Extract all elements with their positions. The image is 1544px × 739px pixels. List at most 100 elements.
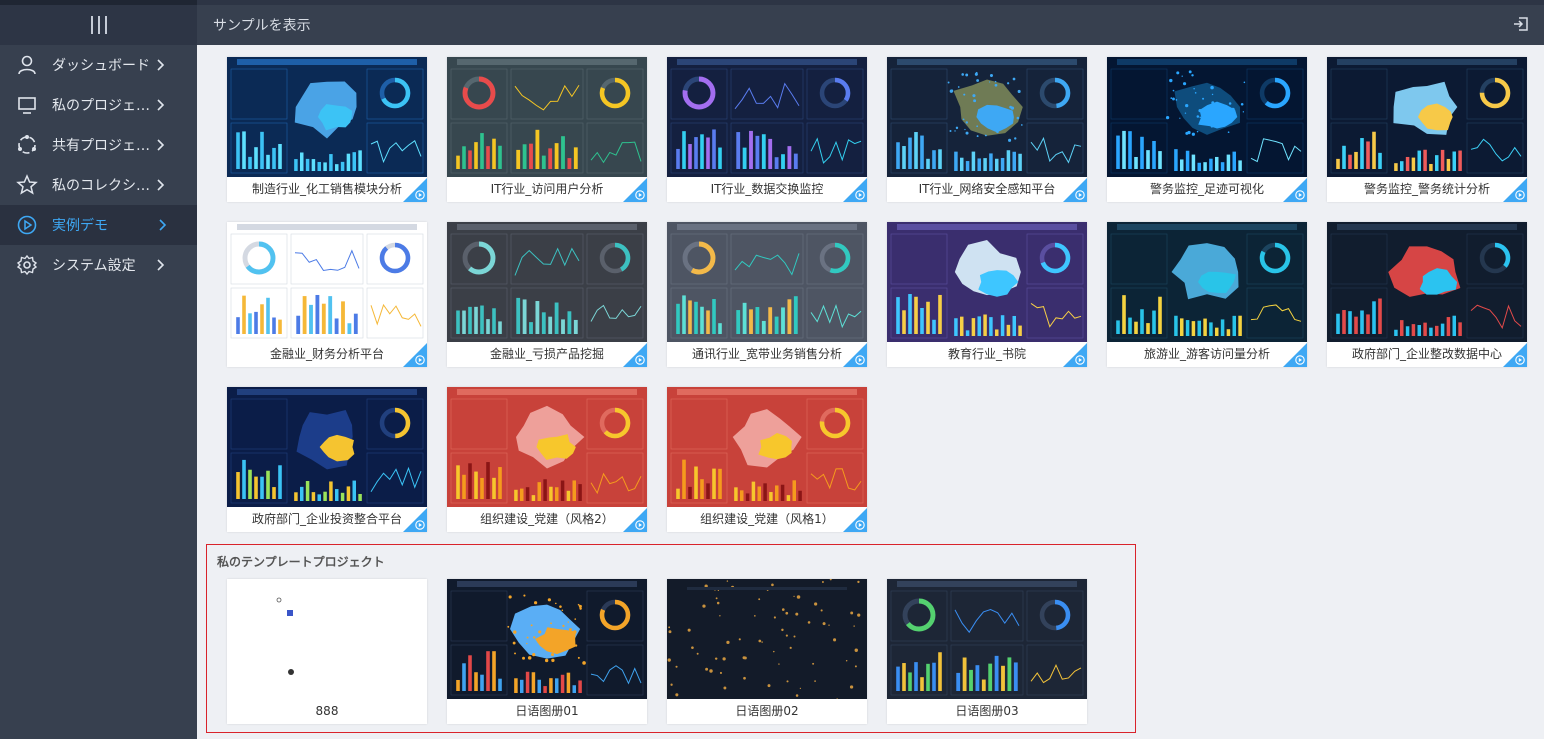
sidebar-item-0[interactable]: ダッシュボード <box>0 45 197 85</box>
sidebar-item-3[interactable]: 私のコレクション <box>0 165 197 205</box>
template-card[interactable]: 日语图册02 <box>667 579 867 724</box>
sidebar-item-label: ダッシュボード <box>52 58 150 74</box>
card-title: 政府部门_企业投资整合平台 <box>251 512 402 526</box>
demo-card[interactable]: IT行业_数据交换监控 <box>667 57 867 202</box>
demo-card[interactable]: 组织建设_党建（风格2） <box>447 387 647 532</box>
card-thumbnail <box>447 579 647 699</box>
card-title: 金融业_亏损产品挖掘 <box>489 347 604 361</box>
template-card[interactable]: 日语图册03 <box>887 579 1087 724</box>
play-demo-icon[interactable] <box>1283 178 1307 202</box>
sidebar-item-label: 実例デモ <box>52 218 108 234</box>
play-demo-icon[interactable] <box>1283 343 1307 367</box>
chevron-right-icon <box>154 217 170 233</box>
card-thumbnail <box>447 387 647 507</box>
demo-card[interactable]: IT行业_网络安全感知平台 <box>887 57 1087 202</box>
top-bar: サンプルを表示 <box>197 0 1544 45</box>
sidebar-item-5[interactable]: システム設定 <box>0 245 197 285</box>
card-thumbnail <box>227 222 427 342</box>
demo-card[interactable]: 警务监控_足迹可视化 <box>1107 57 1307 202</box>
card-title: 警务监控_警务统计分析 <box>1363 182 1490 196</box>
play-demo-icon[interactable] <box>843 508 867 532</box>
chevron-right-icon <box>152 177 168 193</box>
sidebar-item-label: 私のプロジェクト <box>52 98 152 114</box>
card-title: 组织建设_党建（风格2） <box>480 512 614 526</box>
demo-card[interactable]: 政府部门_企业投资整合平台 <box>227 387 427 532</box>
sidebar-item-4[interactable]: 実例デモ <box>0 205 197 245</box>
card-thumbnail <box>667 222 867 342</box>
demo-card[interactable]: 教育行业_书院 <box>887 222 1087 367</box>
card-thumbnail <box>1107 57 1307 177</box>
share-circle-icon <box>16 134 38 156</box>
card-title: 金融业_财务分析平台 <box>269 347 384 361</box>
card-thumbnail <box>887 57 1087 177</box>
user-icon <box>16 54 38 76</box>
card-thumbnail <box>667 387 867 507</box>
card-title: 通讯行业_宽带业务销售分析 <box>691 347 842 361</box>
demo-card[interactable]: 制造行业_化工销售模块分析 <box>227 57 427 202</box>
card-thumbnail <box>667 579 867 699</box>
card-title: 888 <box>315 704 339 718</box>
card-title: IT行业_数据交换监控 <box>710 182 824 196</box>
demo-card[interactable]: IT行业_访问用户分析 <box>447 57 647 202</box>
template-card[interactable]: 日语图册01 <box>447 579 647 724</box>
card-thumbnail <box>1107 222 1307 342</box>
sidebar-item-label: 共有プロジェクト <box>52 138 152 154</box>
play-demo-icon[interactable] <box>843 343 867 367</box>
demo-card[interactable]: 政府部门_企业整改数据中心 <box>1327 222 1527 367</box>
sidebar: ダッシュボード 私のプロジェクト 共有プロジェクト 私のコレクション 実例デモ … <box>0 0 197 739</box>
play-demo-icon[interactable] <box>403 343 427 367</box>
play-demo-icon[interactable] <box>403 508 427 532</box>
card-title: 日语图册01 <box>515 704 579 718</box>
sidebar-item-label: システム設定 <box>52 258 136 274</box>
card-title: 教育行业_书院 <box>947 347 1026 361</box>
card-title: 日语图册02 <box>735 704 799 718</box>
demo-card[interactable]: 金融业_财务分析平台 <box>227 222 427 367</box>
monitor-icon <box>16 94 38 116</box>
card-title: 旅游业_游客访问量分析 <box>1143 347 1270 361</box>
play-demo-icon[interactable] <box>403 178 427 202</box>
card-thumbnail <box>887 579 1087 699</box>
chevron-right-icon <box>152 97 168 113</box>
template-section-title: 私のテンプレートプロジェクト <box>217 555 385 569</box>
logout-icon[interactable] <box>1512 15 1530 33</box>
card-thumbnail <box>227 387 427 507</box>
play-demo-icon[interactable] <box>1063 343 1087 367</box>
card-thumbnail <box>227 57 427 177</box>
demo-card[interactable]: 组织建设_党建（风格1） <box>667 387 867 532</box>
play-demo-icon[interactable] <box>1503 178 1527 202</box>
card-thumbnail <box>1327 222 1527 342</box>
card-thumbnail <box>227 579 427 699</box>
play-demo-icon[interactable] <box>623 343 647 367</box>
card-thumbnail <box>447 57 647 177</box>
card-thumbnail <box>1327 57 1527 177</box>
play-circle-icon <box>16 214 38 236</box>
card-thumbnail <box>887 222 1087 342</box>
play-demo-icon[interactable] <box>1503 343 1527 367</box>
card-title: 日语图册03 <box>955 704 1019 718</box>
demo-card[interactable]: 旅游业_游客访问量分析 <box>1107 222 1307 367</box>
sidebar-header <box>0 0 197 45</box>
chevron-right-icon <box>152 257 168 273</box>
demo-card[interactable]: 金融业_亏损产品挖掘 <box>447 222 647 367</box>
play-demo-icon[interactable] <box>623 508 647 532</box>
play-demo-icon[interactable] <box>843 178 867 202</box>
template-card[interactable]: 888 <box>227 579 427 724</box>
demo-card[interactable]: 通讯行业_宽带业务销售分析 <box>667 222 867 367</box>
card-title: IT行业_访问用户分析 <box>490 182 604 196</box>
play-demo-icon[interactable] <box>1063 178 1087 202</box>
star-icon <box>16 174 38 196</box>
sidebar-item-2[interactable]: 共有プロジェクト <box>0 125 197 165</box>
menu-toggle-icon[interactable] <box>90 16 107 34</box>
card-title: 警务监控_足迹可视化 <box>1149 182 1264 196</box>
sidebar-item-1[interactable]: 私のプロジェクト <box>0 85 197 125</box>
card-thumbnail <box>667 57 867 177</box>
gear-icon <box>16 254 38 276</box>
demo-card[interactable]: 警务监控_警务统计分析 <box>1327 57 1527 202</box>
card-title: 制造行业_化工销售模块分析 <box>251 182 402 196</box>
card-title: 政府部门_企业整改数据中心 <box>1351 347 1502 361</box>
page-title: サンプルを表示 <box>213 18 311 34</box>
card-title: 组织建设_党建（风格1） <box>700 512 834 526</box>
play-demo-icon[interactable] <box>623 178 647 202</box>
chevron-right-icon <box>152 137 168 153</box>
card-thumbnail <box>447 222 647 342</box>
